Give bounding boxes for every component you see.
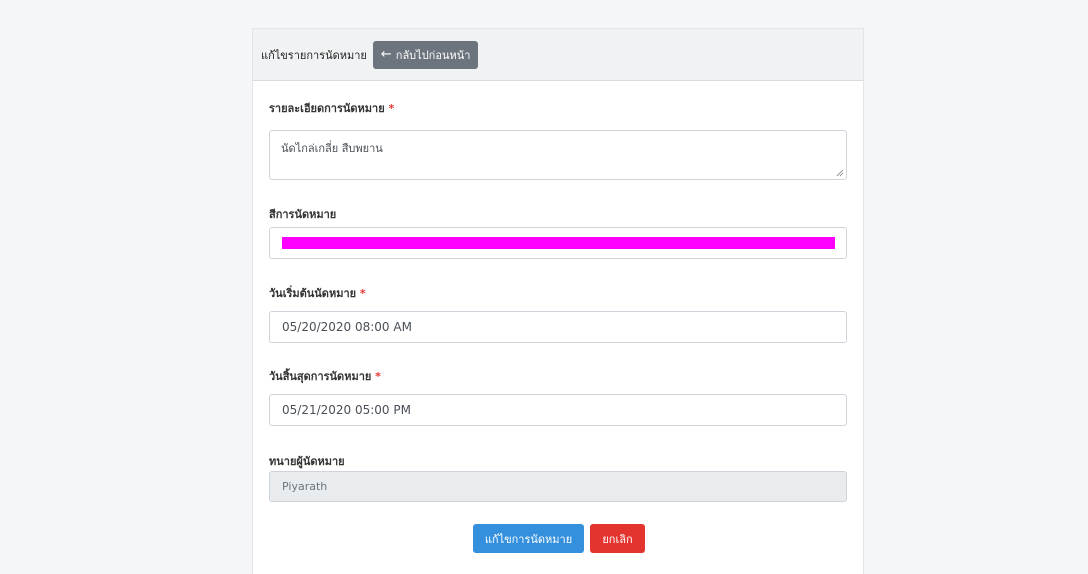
color-swatch (282, 237, 835, 249)
start-date-value: 05/20/2020 08:00 AM (282, 320, 412, 334)
lawyer-label: ทนายผู้นัดหมาย (269, 452, 345, 470)
arrow-left-icon: ← (380, 47, 392, 62)
required-mark: * (359, 287, 366, 300)
color-label-text: สีการนัดหมาย (269, 208, 337, 221)
end-date-label: วันสิ้นสุดการนัดหมาย * (269, 367, 381, 385)
edit-appointment-card: แก้ไขรายการนัดหมาย ← กลับไปก่อนหน้า รายล… (252, 28, 864, 574)
end-date-value: 05/21/2020 05:00 PM (282, 403, 411, 417)
submit-edit-button[interactable]: แก้ไขการนัดหมาย (473, 524, 584, 553)
lawyer-value: Piyarath (282, 480, 328, 493)
color-picker-input[interactable] (269, 227, 847, 259)
start-date-input[interactable]: 05/20/2020 08:00 AM (269, 311, 847, 343)
card-header: แก้ไขรายการนัดหมาย ← กลับไปก่อนหน้า (253, 29, 863, 81)
back-button-label: กลับไปก่อนหน้า (395, 48, 471, 62)
detail-label: รายละเอียดการนัดหมาย * (269, 99, 394, 117)
detail-textarea[interactable]: นัดไกล่เกลี่ย สืบพยาน (269, 130, 847, 180)
action-buttons: แก้ไขการนัดหมาย ยกเลิก (253, 524, 865, 553)
detail-value: นัดไกล่เกลี่ย สืบพยาน (281, 142, 383, 155)
start-date-label-text: วันเริ่มต้นนัดหมาย (269, 287, 357, 300)
lawyer-label-text: ทนายผู้นัดหมาย (269, 455, 345, 468)
cancel-button[interactable]: ยกเลิก (590, 524, 645, 553)
end-date-input[interactable]: 05/21/2020 05:00 PM (269, 394, 847, 426)
lawyer-readonly-input: Piyarath (269, 471, 847, 502)
color-label: สีการนัดหมาย (269, 205, 336, 223)
required-mark: * (375, 370, 381, 383)
page-title: แก้ไขรายการนัดหมาย (261, 48, 367, 62)
detail-label-text: รายละเอียดการนัดหมาย (269, 102, 385, 115)
start-date-label: วันเริ่มต้นนัดหมาย * (269, 284, 366, 302)
end-date-label-text: วันสิ้นสุดการนัดหมาย (269, 370, 372, 383)
required-mark: * (388, 102, 395, 115)
back-button[interactable]: ← กลับไปก่อนหน้า (372, 40, 479, 69)
resize-grip-icon[interactable] (836, 169, 844, 177)
